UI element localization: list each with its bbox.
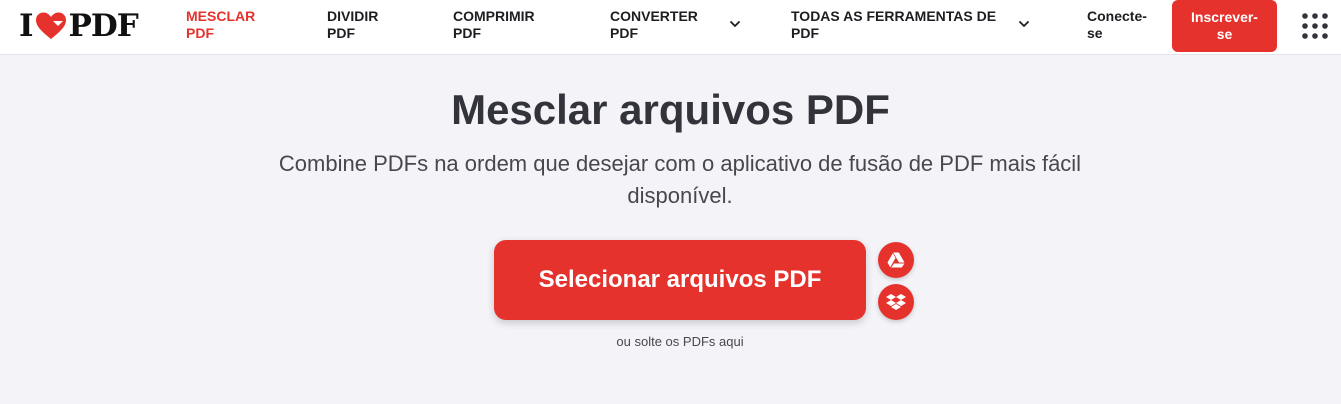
google-drive-icon bbox=[887, 252, 905, 268]
ilovepdf-logo[interactable]: I PDF bbox=[19, 8, 139, 44]
grid-icon[interactable] bbox=[1302, 13, 1328, 39]
chevron-down-icon[interactable] bbox=[1018, 18, 1030, 30]
top-navigation-bar: I PDF MESCLAR PDF DIVIDIR PDF COMPRIMIR … bbox=[0, 0, 1341, 55]
nav-split-pdf[interactable]: DIVIDIR PDF bbox=[327, 8, 397, 42]
logo-text-pdf: PDF bbox=[68, 8, 139, 44]
signup-button[interactable]: Inscrever-se bbox=[1172, 0, 1277, 52]
page-title: Mesclar arquivos PDF bbox=[451, 86, 890, 133]
login-link[interactable]: Conecte-se bbox=[1087, 8, 1157, 42]
select-pdf-files-button[interactable]: Selecionar arquivos PDF bbox=[494, 240, 866, 320]
drop-files-hint: ou solte os PDFs aqui bbox=[616, 334, 744, 349]
nav-all-pdf-tools[interactable]: TODAS AS FERRAMENTAS DE PDF bbox=[791, 8, 1001, 42]
page-subtitle: Combine PDFs na ordem que desejar com o … bbox=[278, 151, 1082, 208]
dropbox-icon bbox=[886, 294, 906, 310]
logo-text-i: I bbox=[19, 8, 33, 44]
nav-merge-pdf[interactable]: MESCLAR PDF bbox=[186, 8, 266, 42]
chevron-down-icon[interactable] bbox=[729, 18, 741, 30]
heart-icon bbox=[35, 12, 66, 39]
google-drive-button[interactable] bbox=[878, 242, 914, 278]
dropbox-button[interactable] bbox=[878, 284, 914, 320]
nav-compress-pdf[interactable]: COMPRIMIR PDF bbox=[453, 8, 553, 42]
nav-convert-pdf[interactable]: CONVERTER PDF bbox=[610, 8, 710, 42]
